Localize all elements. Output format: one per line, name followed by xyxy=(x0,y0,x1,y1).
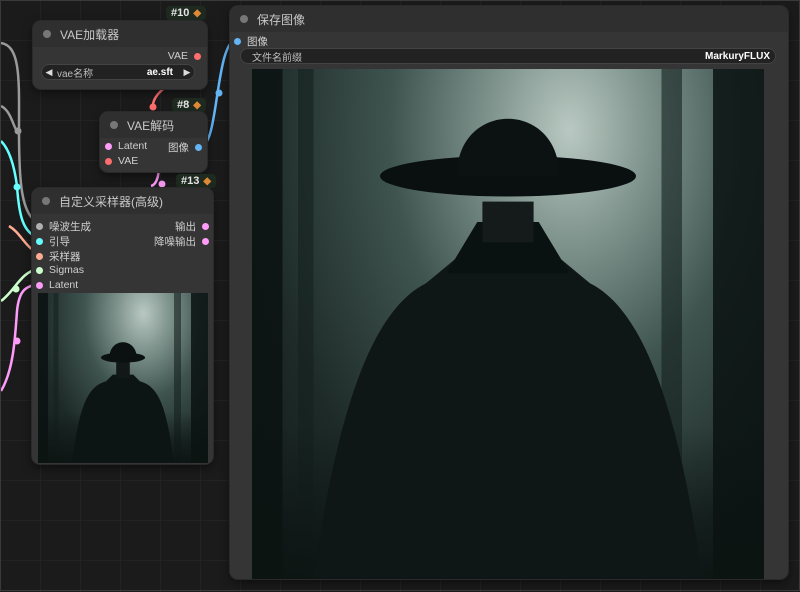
vae-output-slot[interactable]: VAE xyxy=(168,50,201,62)
output-pin-icon[interactable] xyxy=(202,238,209,245)
collapse-dot-icon[interactable] xyxy=(43,30,51,38)
node-title: 自定义采样器(高级) xyxy=(59,194,163,209)
widget-label: vae名称 xyxy=(57,68,94,80)
output-image[interactable] xyxy=(252,69,764,579)
input-label: Latent xyxy=(49,279,79,291)
output-label: VAE xyxy=(167,50,188,62)
sampler-title-bar[interactable]: 自定义采样器(高级) xyxy=(32,188,213,214)
input-label: VAE xyxy=(118,155,139,167)
triangle-left-icon[interactable]: ◀ xyxy=(41,67,57,78)
output-label: 降噪输出 xyxy=(154,236,196,248)
fox-icon: ◆ xyxy=(203,175,212,187)
node-id-badge: #13 ◆ xyxy=(176,174,217,188)
collapse-dot-icon[interactable] xyxy=(42,197,50,205)
input-pin-icon[interactable] xyxy=(36,281,43,289)
input-pin-icon[interactable] xyxy=(234,38,241,45)
node-title: VAE加载器 xyxy=(60,27,120,42)
input-label: 采样器 xyxy=(49,251,81,263)
input-pin-icon[interactable] xyxy=(36,266,43,274)
output-slot[interactable]: 输出 xyxy=(175,219,209,234)
widget-value: MarkuryFLUX xyxy=(704,50,770,62)
node-canvas[interactable]: #10 ◆ VAE加载器 VAE ◀ vae名称 ae.sft ▶ #8 ◆ V… xyxy=(0,0,800,591)
input-label: 引导 xyxy=(49,236,70,248)
node-id-label: #13 xyxy=(181,175,200,187)
widget-label: 文件名前缀 xyxy=(252,52,302,64)
output-label: 输出 xyxy=(175,221,196,233)
input-pin-icon[interactable] xyxy=(105,142,112,150)
output-pin-icon[interactable] xyxy=(202,223,209,230)
node-title: VAE解码 xyxy=(127,118,175,133)
node-id-label: #10 xyxy=(171,7,190,19)
output-label: 图像 xyxy=(168,142,189,154)
save-image-title-bar[interactable]: 保存图像 xyxy=(230,6,788,32)
vae-decode-title-bar[interactable]: VAE解码 xyxy=(100,112,207,138)
vae-loader-title-bar[interactable]: VAE加载器 xyxy=(33,21,207,47)
input-label: Latent xyxy=(118,140,148,152)
node-title: 保存图像 xyxy=(257,12,306,27)
latent-input-slot[interactable]: Latent xyxy=(36,279,78,291)
denoised-output-slot[interactable]: 降噪输出 xyxy=(154,234,209,249)
input-pin-icon[interactable] xyxy=(105,157,112,165)
noise-input-slot[interactable]: 噪波生成 xyxy=(36,219,91,234)
sigmas-input-slot[interactable]: Sigmas xyxy=(36,264,84,276)
filename-prefix-field[interactable]: 文件名前缀 MarkuryFLUX xyxy=(240,48,776,64)
node-id-badge: #10 ◆ xyxy=(166,6,207,20)
input-label: 噪波生成 xyxy=(49,221,91,233)
latent-preview-image xyxy=(38,293,208,463)
latent-input-slot[interactable]: Latent xyxy=(105,140,147,152)
save-image-node[interactable]: 保存图像 图像 文件名前缀 MarkuryFLUX xyxy=(230,6,788,579)
triangle-right-icon[interactable]: ▶ xyxy=(179,67,195,78)
output-pin-icon[interactable] xyxy=(194,52,201,60)
collapse-dot-icon[interactable] xyxy=(110,121,118,129)
input-pin-icon[interactable] xyxy=(36,253,43,260)
collapse-dot-icon[interactable] xyxy=(240,15,248,23)
input-label: 图像 xyxy=(247,36,268,48)
input-pin-icon[interactable] xyxy=(36,238,43,245)
vae-input-slot[interactable]: VAE xyxy=(105,155,138,167)
node-id-label: #8 xyxy=(177,99,190,111)
vae-decode-node[interactable]: VAE解码 Latent VAE 图像 xyxy=(100,112,207,172)
custom-sampler-advanced-node[interactable]: 自定义采样器(高级) 噪波生成 引导 采样器 Sigmas Latent 输出 … xyxy=(32,188,213,464)
input-label: Sigmas xyxy=(49,264,85,276)
image-output-slot[interactable]: 图像 xyxy=(168,140,202,155)
fox-icon: ◆ xyxy=(193,7,202,19)
fox-icon: ◆ xyxy=(193,99,201,111)
wire-gray-left xyxy=(1,104,19,132)
output-pin-icon[interactable] xyxy=(195,144,202,151)
node-id-badge: #8 ◆ xyxy=(172,98,206,112)
image-input-slot[interactable]: 图像 xyxy=(234,34,268,49)
input-pin-icon[interactable] xyxy=(36,223,43,230)
sampler-input-slot[interactable]: 采样器 xyxy=(36,249,81,264)
guider-input-slot[interactable]: 引导 xyxy=(36,234,70,249)
vae-loader-node[interactable]: VAE加载器 VAE ◀ vae名称 ae.sft ▶ xyxy=(33,21,207,89)
widget-value: ae.sft xyxy=(146,66,173,78)
vae-name-combo[interactable]: ◀ vae名称 ae.sft ▶ xyxy=(41,64,195,80)
